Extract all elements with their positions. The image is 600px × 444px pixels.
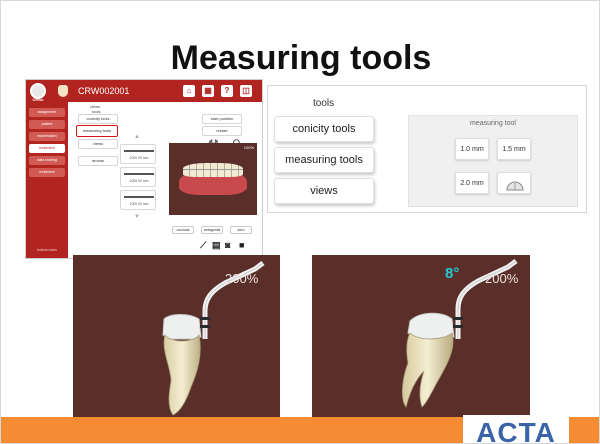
video-icon[interactable]: ■	[239, 240, 244, 250]
value-pill-label: 1000.00 mm	[129, 156, 149, 160]
save-icon[interactable]: ▤	[212, 240, 221, 251]
start-position-button[interactable]: start position	[202, 114, 242, 124]
value-pill[interactable]: 1000.00 mm	[120, 190, 156, 210]
home-button[interactable]: ⌂	[183, 85, 195, 97]
app-header-bar: Ortho software CRW002001 ⌂ ▦ ? ◫	[26, 80, 262, 107]
value-pill-label: 1000.00 mm	[129, 202, 149, 206]
conicity-tools-button[interactable]: conicity tools	[274, 116, 374, 142]
measuring-tool-panel: measuring tool 1.0 mm 1.5 mm 2.0 mm	[408, 115, 578, 207]
tooth-icon	[58, 85, 68, 97]
tool-1-5mm-button[interactable]: 1.5 mm	[497, 138, 531, 160]
protractor-button[interactable]	[497, 172, 531, 194]
window-button[interactable]: ◫	[240, 85, 252, 97]
sidebar: assignment patient examination treatment…	[26, 102, 68, 258]
camera-icon[interactable]: ◙	[225, 240, 230, 250]
sidebar-item-examination[interactable]: examination	[29, 132, 65, 141]
software-screenshot: Ortho software CRW002001 ⌂ ▦ ? ◫ assignm…	[25, 79, 263, 259]
acta-logo-text: ACTA	[476, 417, 556, 444]
sidebar-item-treatment-2[interactable]: treatment	[29, 168, 65, 177]
teeth-shape	[183, 163, 243, 177]
occlusal-button[interactable]: occlusal	[172, 226, 194, 234]
value-pill[interactable]: 1000.00 mm	[120, 144, 156, 164]
tool-2-0mm-button[interactable]: 2.0 mm	[455, 172, 489, 194]
menu-arrows[interactable]: arrows	[78, 156, 118, 166]
tooth-view-1[interactable]: 200%	[73, 255, 280, 417]
sidebar-item-data-sharing[interactable]: data sharing	[29, 156, 65, 165]
grid-button[interactable]: ▦	[202, 85, 214, 97]
angle-readout: 8°	[445, 265, 460, 282]
sidebar-item-patient[interactable]: patient	[29, 120, 65, 129]
value-pill-label: 1000.00 mm	[129, 179, 149, 183]
arrow-down-icon[interactable]: ▼	[134, 214, 140, 220]
slide-title: Measuring tools	[170, 39, 432, 77]
zoom-label-2: 200%	[485, 271, 519, 286]
zero-button[interactable]: zero	[230, 226, 252, 234]
3d-jaw-view[interactable]: 100%	[169, 143, 257, 215]
value-pill[interactable]: 1000.00 mm	[120, 167, 156, 187]
tools-screenshot: tools conicity tools measuring tools vie…	[267, 85, 587, 213]
menu-conicity-tools[interactable]: conicity tools	[78, 114, 118, 124]
protractor-icon	[506, 181, 524, 191]
antagonist-button[interactable]: antagonist	[201, 226, 223, 234]
zoom-label-1: 200%	[225, 271, 259, 286]
tooth-view-2[interactable]: 8° 200%	[312, 255, 530, 417]
sidebar-footer: bottom notes	[37, 248, 57, 252]
tools-title: tools	[313, 98, 335, 109]
tool-1-0mm-button[interactable]: 1.0 mm	[455, 138, 489, 160]
restart-button[interactable]: restart	[202, 126, 242, 136]
menu-views[interactable]: views	[78, 139, 118, 149]
menu-measuring-tools[interactable]: measuring tools	[76, 125, 118, 137]
brace-wire	[183, 169, 243, 170]
sidebar-item-treatment[interactable]: treatment	[29, 144, 65, 153]
arrow-up-icon[interactable]: ▲	[134, 134, 140, 140]
measuring-tools-button[interactable]: measuring tools	[274, 147, 374, 173]
slide: Measuring tools Ortho software CRW002001…	[0, 0, 600, 444]
crop-icon[interactable]: ⟋	[200, 240, 206, 251]
help-button[interactable]: ?	[221, 85, 233, 97]
acta-logo: ACTA	[463, 415, 569, 444]
sidebar-item-assignment[interactable]: assignment	[29, 108, 65, 117]
views-button[interactable]: views	[274, 178, 374, 204]
value-list: ▲ 1000.00 mm 1000.00 mm 1000.00 mm ▼	[118, 134, 158, 226]
view-zoom: 100%	[243, 145, 254, 150]
case-id: CRW002001	[78, 86, 130, 96]
measuring-tool-title: measuring tool	[470, 120, 516, 127]
